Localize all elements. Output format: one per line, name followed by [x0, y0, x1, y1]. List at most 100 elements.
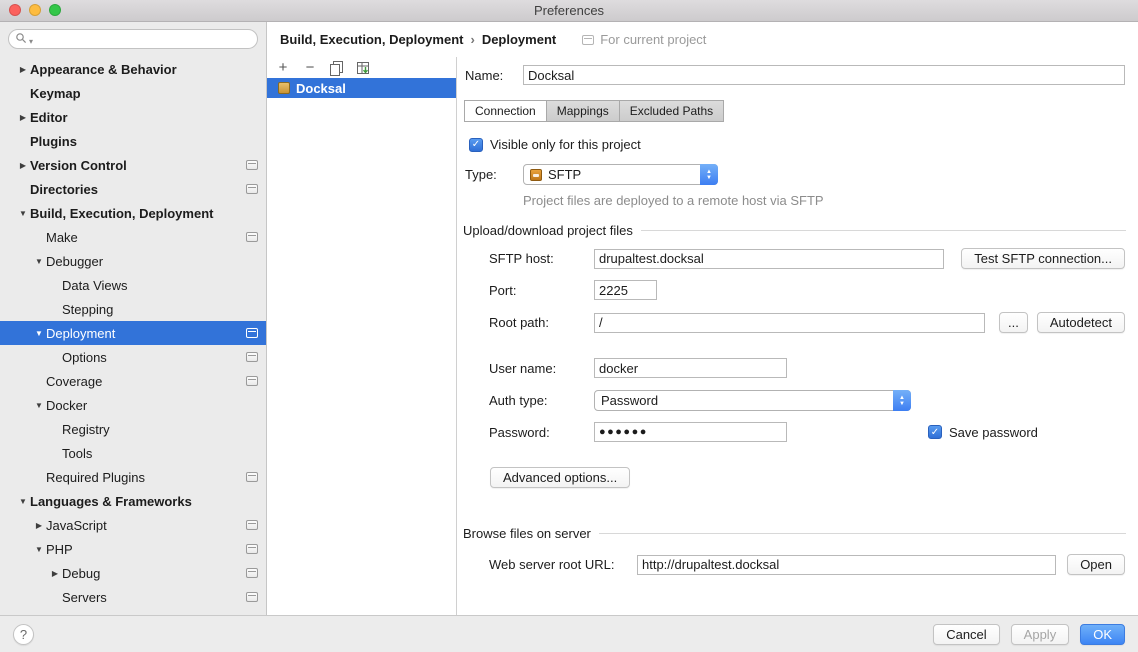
current-project-badge-icon: [246, 160, 258, 170]
test-sftp-connection-button[interactable]: Test SFTP connection...: [961, 248, 1125, 269]
sidebar-item-make[interactable]: Make: [0, 225, 266, 249]
expand-arrow-icon[interactable]: [32, 545, 46, 554]
expand-arrow-icon[interactable]: [16, 497, 30, 506]
copy-server-button[interactable]: [330, 61, 343, 75]
sidebar-item-appearance-behavior[interactable]: Appearance & Behavior: [0, 57, 266, 81]
sidebar-item-label: Registry: [62, 422, 110, 437]
sidebar-item-label: Deployment: [46, 326, 115, 341]
sidebar-item-debugger[interactable]: Debugger: [0, 249, 266, 273]
sftp-host-label: SFTP host:: [489, 251, 594, 266]
sidebar-item-php[interactable]: PHP: [0, 537, 266, 561]
open-url-button[interactable]: Open: [1067, 554, 1125, 575]
remove-server-button[interactable]: [303, 61, 317, 75]
sidebar-item-directories[interactable]: Directories: [0, 177, 266, 201]
search-options-caret-icon[interactable]: [29, 32, 33, 47]
expand-arrow-icon[interactable]: [48, 569, 62, 578]
user-name-input[interactable]: [594, 358, 787, 378]
minimize-window-button[interactable]: [29, 4, 41, 16]
sidebar-item-plugins[interactable]: Plugins: [0, 129, 266, 153]
tab-mappings[interactable]: Mappings: [546, 100, 620, 122]
sidebar-item-coverage[interactable]: Coverage: [0, 369, 266, 393]
visible-only-checkbox[interactable]: [469, 138, 483, 152]
root-path-input[interactable]: [594, 313, 985, 333]
sidebar-item-tools[interactable]: Tools: [0, 441, 266, 465]
sidebar-item-data-views[interactable]: Data Views: [0, 273, 266, 297]
expand-arrow-icon[interactable]: [32, 401, 46, 410]
expand-arrow-icon[interactable]: [16, 65, 30, 74]
footer-bar: ? Cancel Apply OK: [0, 615, 1138, 652]
sidebar-item-servers[interactable]: Servers: [0, 585, 266, 609]
expand-arrow-icon[interactable]: [16, 209, 30, 218]
section-upload-download: Upload/download project files: [463, 223, 1126, 238]
autodetect-button[interactable]: Autodetect: [1037, 312, 1125, 333]
password-input[interactable]: [594, 422, 787, 442]
expand-arrow-icon[interactable]: [32, 329, 46, 338]
tab-excluded-paths[interactable]: Excluded Paths: [619, 100, 724, 122]
server-name: Docksal: [296, 81, 346, 96]
auth-type-dropdown-value: Password: [601, 393, 658, 408]
expand-arrow-icon[interactable]: [16, 161, 30, 170]
dropdown-arrows-icon: [700, 164, 718, 185]
expand-arrow-icon[interactable]: [16, 113, 30, 122]
current-project-badge-icon: [246, 520, 258, 530]
apply-button[interactable]: Apply: [1011, 624, 1070, 645]
sidebar-item-label: Languages & Frameworks: [30, 494, 192, 509]
tab-connection[interactable]: Connection: [464, 100, 547, 122]
current-project-badge-icon: [246, 184, 258, 194]
add-server-button[interactable]: [276, 61, 290, 75]
close-window-button[interactable]: [9, 4, 21, 16]
sidebar-item-required-plugins[interactable]: Required Plugins: [0, 465, 266, 489]
settings-search-box[interactable]: [8, 29, 258, 49]
titlebar: Preferences: [0, 0, 1138, 22]
expand-arrow-icon[interactable]: [32, 521, 46, 530]
sidebar-item-editor[interactable]: Editor: [0, 105, 266, 129]
sftp-host-input[interactable]: [594, 249, 944, 269]
breadcrumb-parent[interactable]: Build, Execution, Deployment: [280, 32, 463, 47]
sidebar-item-docker[interactable]: Docker: [0, 393, 266, 417]
use-as-default-button[interactable]: [356, 61, 370, 75]
sidebar-item-label: Debugger: [46, 254, 103, 269]
sidebar-item-keymap[interactable]: Keymap: [0, 81, 266, 105]
browse-root-path-button[interactable]: ...: [999, 312, 1028, 333]
preferences-window: Preferences Appearance & BehaviorKeymapE…: [0, 0, 1138, 652]
sidebar-item-registry[interactable]: Registry: [0, 417, 266, 441]
sidebar-item-javascript[interactable]: JavaScript: [0, 513, 266, 537]
sidebar-item-version-control[interactable]: Version Control: [0, 153, 266, 177]
scope-label: For current project: [600, 32, 706, 47]
ok-button[interactable]: OK: [1080, 624, 1125, 645]
web-root-url-input[interactable]: [637, 555, 1056, 575]
current-project-badge-icon: [246, 472, 258, 482]
sidebar-item-languages-frameworks[interactable]: Languages & Frameworks: [0, 489, 266, 513]
sidebar-item-label: Debug: [62, 566, 100, 581]
sidebar-item-label: Options: [62, 350, 107, 365]
visible-only-label: Visible only for this project: [490, 137, 641, 152]
server-list-item-docksal[interactable]: Docksal: [267, 78, 456, 98]
section-browse-files-label: Browse files on server: [463, 526, 591, 541]
type-dropdown[interactable]: SFTP: [523, 164, 718, 185]
sidebar-item-label: Build, Execution, Deployment: [30, 206, 213, 221]
current-project-badge-icon: [582, 35, 594, 45]
type-hint-text: Project files are deployed to a remote h…: [457, 193, 1138, 208]
sidebar-item-options[interactable]: Options: [0, 345, 266, 369]
save-password-checkbox[interactable]: [928, 425, 942, 439]
current-project-badge-icon: [246, 232, 258, 242]
sidebar-item-debug[interactable]: Debug: [0, 561, 266, 585]
sidebar-item-stepping[interactable]: Stepping: [0, 297, 266, 321]
help-button[interactable]: ?: [13, 624, 34, 645]
root-path-label: Root path:: [489, 315, 594, 330]
settings-search-input[interactable]: [35, 32, 251, 46]
name-input[interactable]: [523, 65, 1125, 85]
sidebar-item-deployment[interactable]: Deployment: [0, 321, 266, 345]
save-password-label: Save password: [949, 425, 1038, 440]
search-icon: [15, 32, 27, 47]
zoom-window-button[interactable]: [49, 4, 61, 16]
cancel-button[interactable]: Cancel: [933, 624, 999, 645]
sidebar-item-build-execution-deployment[interactable]: Build, Execution, Deployment: [0, 201, 266, 225]
port-input[interactable]: [594, 280, 657, 300]
advanced-options-button[interactable]: Advanced options...: [490, 467, 630, 488]
current-project-badge-icon: [246, 544, 258, 554]
auth-type-dropdown[interactable]: Password: [594, 390, 911, 411]
user-name-label: User name:: [489, 361, 594, 376]
expand-arrow-icon[interactable]: [32, 257, 46, 266]
sidebar-item-label: Tools: [62, 446, 92, 461]
